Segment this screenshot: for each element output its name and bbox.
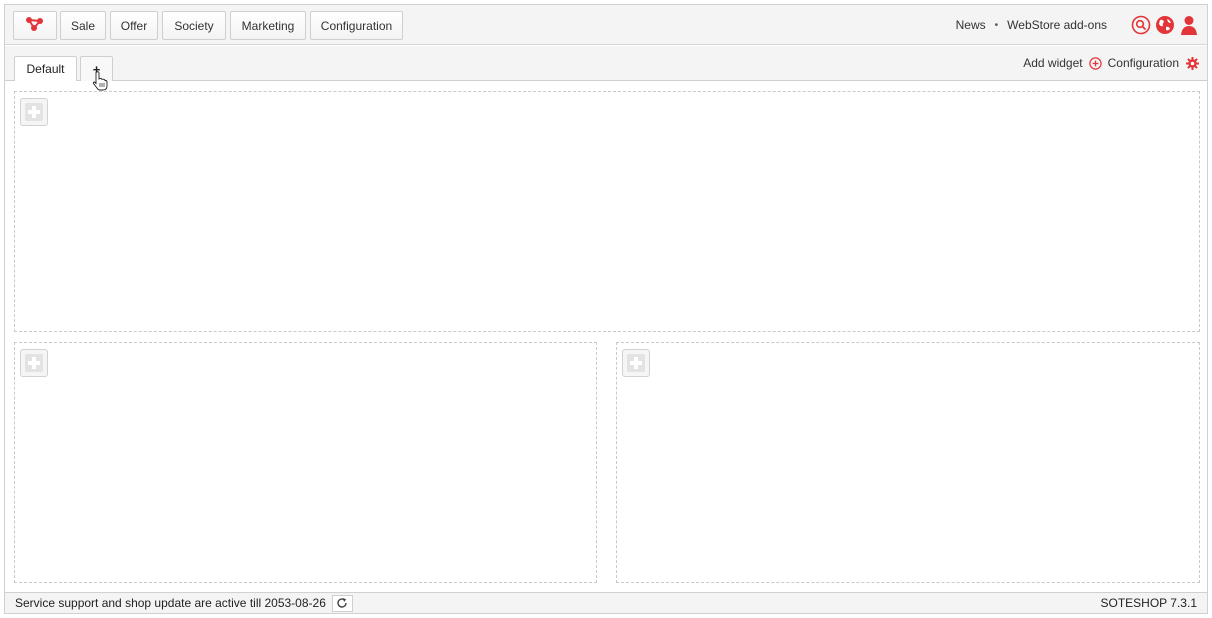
plus-circle-icon — [1088, 56, 1102, 70]
refresh-icon — [337, 598, 348, 608]
webstore-addons-link[interactable]: WebStore add-ons — [1007, 18, 1107, 32]
news-link[interactable]: News — [956, 18, 986, 32]
top-right-links: News • WebStore add-ons — [956, 5, 1199, 45]
zone-add-widget-button[interactable] — [20, 98, 48, 126]
soteshop-logo-icon — [25, 16, 45, 35]
dashboard-configuration-link[interactable]: Configuration — [1108, 56, 1199, 70]
configuration-label: Configuration — [1107, 56, 1179, 70]
refresh-button[interactable] — [331, 594, 353, 612]
zone-add-widget-button[interactable] — [622, 349, 650, 377]
nav-offer-button[interactable]: Offer — [110, 11, 158, 40]
gear-icon — [1186, 56, 1199, 70]
plus-square-icon — [627, 354, 645, 372]
widget-zone-bottom-right[interactable] — [616, 342, 1200, 583]
widget-zone-top[interactable] — [14, 91, 1200, 332]
app-window: Sale Offer Society Marketing Configurati… — [4, 4, 1208, 614]
widget-zone-bottom-left[interactable] — [14, 342, 597, 583]
version-label: SOTESHOP 7.3.1 — [1100, 596, 1198, 610]
plus-square-icon — [25, 354, 43, 372]
top-icon-group — [1131, 15, 1199, 35]
search-icon[interactable] — [1131, 15, 1151, 35]
tab-default[interactable]: Default — [14, 56, 77, 81]
logo-button[interactable] — [13, 11, 57, 40]
dashboard-tab-bar: Default + Add widget Configuration — [5, 46, 1207, 81]
nav-society-button[interactable]: Society — [162, 11, 226, 40]
plus-square-icon — [25, 103, 43, 121]
zone-add-widget-button[interactable] — [20, 349, 48, 377]
nav-configuration-button[interactable]: Configuration — [310, 11, 403, 40]
status-footer: Service support and shop update are acti… — [5, 592, 1207, 613]
add-widget-link[interactable]: Add widget — [1023, 56, 1107, 70]
nav-sale-button[interactable]: Sale — [60, 11, 106, 40]
add-widget-label: Add widget — [1023, 56, 1083, 70]
dashboard-actions: Add widget Configuration — [1023, 46, 1199, 80]
globe-icon[interactable] — [1155, 15, 1175, 35]
top-navigation-bar: Sale Offer Society Marketing Configurati… — [5, 5, 1207, 45]
user-icon[interactable] — [1179, 15, 1199, 35]
link-separator: • — [994, 19, 999, 31]
support-status-text: Service support and shop update are acti… — [15, 596, 326, 610]
nav-marketing-button[interactable]: Marketing — [230, 11, 306, 40]
add-tab-button[interactable]: + — [80, 56, 113, 81]
